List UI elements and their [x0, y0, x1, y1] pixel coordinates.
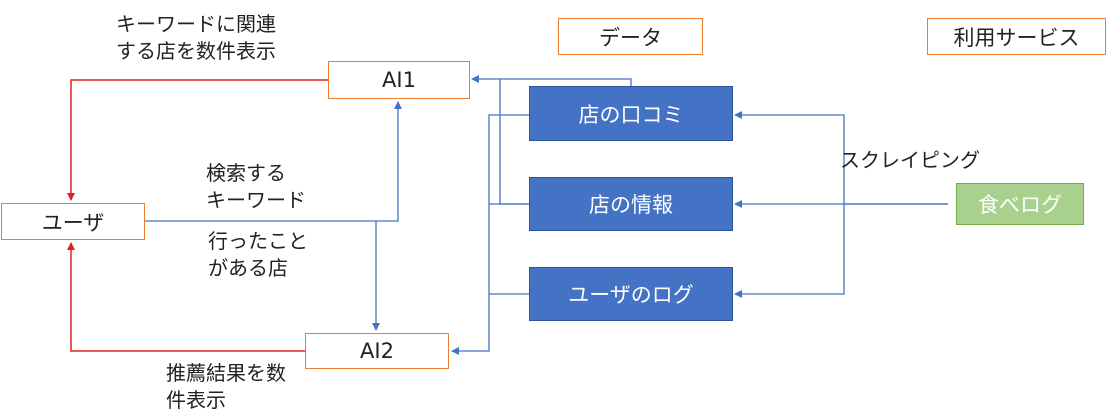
reviews-to-ai1-arrow	[471, 75, 632, 86]
reviews-node: 店の口コミ	[529, 86, 733, 141]
ai1-node: AI1	[328, 61, 470, 99]
legend-data-box: データ	[558, 18, 703, 55]
scraping-to-user-log-arrow	[734, 204, 845, 298]
ai2-node: AI2	[305, 333, 449, 369]
user-log-node: ユーザのログ	[529, 267, 733, 321]
tabelog-node: 食べログ	[956, 183, 1084, 225]
legend-service-box: 利用サービス	[927, 18, 1106, 55]
ai1-output-label: キーワードに関連 する店を数件表示	[116, 12, 276, 63]
scraping-label: スクレイピング	[840, 148, 980, 172]
visited-label: 行ったこと がある店	[208, 229, 308, 280]
data-to-ai2-arrow	[451, 114, 529, 355]
info-node: 店の情報	[529, 177, 733, 231]
keyword-label: 検索する キーワード	[206, 161, 306, 212]
info-to-ai1-arrow	[499, 79, 529, 205]
user-node: ユーザ	[1, 203, 145, 240]
ai2-output-label: 推薦結果を数 件表示	[166, 361, 286, 412]
